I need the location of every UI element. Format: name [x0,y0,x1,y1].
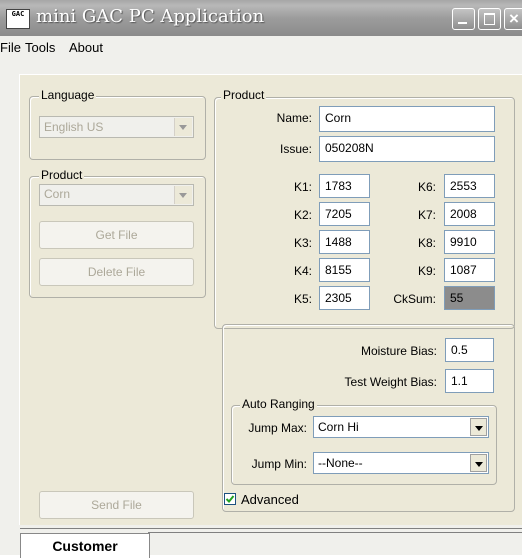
product-select[interactable]: Corn [39,184,194,206]
product-select-value: Corn [44,187,71,201]
chevron-down-icon [470,418,487,436]
k9-field[interactable]: 1087 [444,258,495,282]
chevron-down-icon [174,118,192,136]
chevron-down-icon [174,186,192,204]
k7-label: K7: [417,208,436,222]
k5-label: K5: [293,292,312,306]
cksum-field: 55 [444,286,495,310]
jump-max-select[interactable]: Corn Hi [313,416,489,438]
moisture-bias-field[interactable]: 0.5 [445,338,494,362]
issue-label: Issue: [279,142,312,156]
language-group-label: Language [39,88,97,102]
get-file-button[interactable]: Get File [39,221,194,249]
k1-field[interactable]: 1783 [319,174,370,198]
product-details-group-label: Product [221,88,267,102]
tab-strip-line [20,528,522,529]
minimize-button[interactable] [452,8,475,30]
name-label: Name: [276,111,312,125]
k8-field[interactable]: 9910 [444,230,495,254]
close-icon: × [509,9,519,28]
jump-min-select[interactable]: --None-- [313,452,489,474]
test-weight-bias-field[interactable]: 1.1 [445,369,494,393]
k1-label: K1: [293,180,312,194]
send-file-button[interactable]: Send File [39,491,194,519]
auto-ranging-label: Auto Ranging [240,397,317,411]
app-icon: GAC [6,9,30,29]
k2-field[interactable]: 7205 [319,202,370,226]
advanced-checkbox[interactable] [224,493,236,505]
k6-field[interactable]: 2553 [444,174,495,198]
name-field[interactable]: Corn [319,106,495,132]
k7-field[interactable]: 2008 [444,202,495,226]
check-icon [225,495,235,503]
k5-field[interactable]: 2305 [319,286,370,310]
jump-max-label: Jump Max: [248,421,307,435]
product-select-group-label: Product [39,168,85,182]
menu-tools[interactable]: Tools [25,40,55,55]
close-button[interactable]: × [504,8,522,30]
tab-customer[interactable]: Customer [20,533,150,558]
menu-file[interactable]: File [0,40,21,55]
k8-label: K8: [417,236,436,250]
issue-field[interactable]: 050208N [319,136,495,162]
k4-field[interactable]: 8155 [319,258,370,282]
language-select-value: English US [44,120,104,134]
maximize-icon [484,13,495,25]
k6-label: K6: [417,180,436,194]
maximize-button[interactable] [478,8,501,30]
chevron-down-icon [470,454,487,472]
jump-min-label: Jump Min: [251,457,307,471]
k2-label: K2: [293,208,312,222]
moisture-bias-label: Moisture Bias: [360,344,437,358]
k3-label: K3: [293,236,312,250]
advanced-checkbox-label[interactable]: Advanced [241,492,299,507]
test-weight-bias-label: Test Weight Bias: [344,375,437,389]
k3-field[interactable]: 1488 [319,230,370,254]
cksum-label: CkSum: [393,292,436,306]
language-select[interactable]: English US [39,116,194,138]
k4-label: K4: [293,264,312,278]
k9-label: K9: [417,264,436,278]
menu-about[interactable]: About [69,40,103,55]
delete-file-button[interactable]: Delete File [39,258,194,286]
minimize-icon [458,22,467,24]
window-title: mini GAC PC Application [36,6,265,27]
jump-max-value: Corn Hi [318,420,359,434]
tab-strip-line-right [148,532,522,533]
jump-min-value: --None-- [318,456,363,470]
